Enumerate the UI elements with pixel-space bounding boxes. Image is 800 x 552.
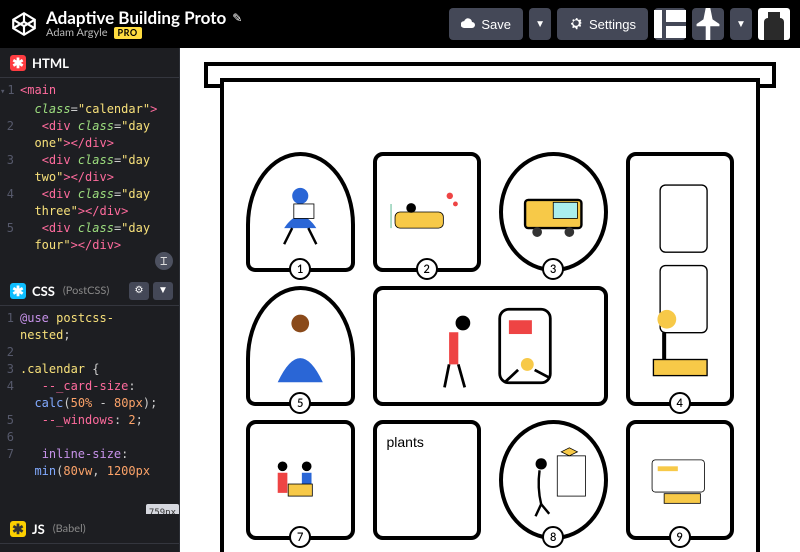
html-panel-label: HTML bbox=[32, 55, 69, 71]
calendar-cell-4: 4 bbox=[626, 152, 735, 406]
js-badge-icon: ✱ bbox=[10, 521, 26, 537]
author-name[interactable]: Adam Argyle bbox=[46, 27, 108, 39]
title-block: Adaptive Building Proto ✎ Adam Argyle PR… bbox=[46, 9, 242, 40]
save-dropdown[interactable]: ▼ bbox=[529, 8, 551, 40]
toolbar: Save ▼ Settings ▼ bbox=[449, 8, 790, 40]
building: 12345789plants bbox=[220, 78, 760, 552]
gear-icon bbox=[569, 16, 583, 33]
html-badge-icon: ✱ bbox=[10, 55, 26, 71]
pen-title[interactable]: Adaptive Building Proto bbox=[46, 9, 226, 28]
plants-cell: plants bbox=[373, 420, 482, 540]
edit-title-icon[interactable]: ✎ bbox=[232, 11, 242, 24]
calendar-cell-7: 7 bbox=[246, 420, 355, 540]
css-settings-icon[interactable]: ⚙ bbox=[129, 282, 149, 300]
css-code[interactable]: 1@use postcss-nested;2 3.calendar {4 --_… bbox=[0, 306, 179, 514]
cell-number: 9 bbox=[669, 526, 691, 548]
save-label: Save bbox=[481, 17, 511, 32]
layout-button[interactable] bbox=[654, 8, 686, 40]
css-dropdown-icon[interactable]: ▼ bbox=[153, 282, 173, 300]
css-panel-label: CSS bbox=[32, 283, 55, 299]
calendar-cell-8: 8 bbox=[499, 420, 608, 540]
preview-pane[interactable]: 12345789plants bbox=[180, 48, 800, 552]
cell-number: 1 bbox=[289, 258, 311, 280]
cloud-icon bbox=[461, 17, 475, 32]
resize-badge: 759px bbox=[146, 504, 179, 514]
js-panel-label: JS bbox=[32, 521, 45, 537]
settings-label: Settings bbox=[589, 17, 636, 32]
css-badge-icon: ✱ bbox=[10, 283, 26, 299]
user-avatar[interactable] bbox=[758, 8, 790, 40]
js-panel-sublabel: (Babel) bbox=[53, 522, 86, 535]
cell-number: 5 bbox=[289, 392, 311, 414]
cell-number: 3 bbox=[542, 258, 564, 280]
codepen-logo[interactable] bbox=[10, 10, 38, 38]
calendar-cell-3: 3 bbox=[499, 152, 608, 272]
text-cursor-icon: Ꮖ bbox=[155, 252, 173, 270]
app-header: Adaptive Building Proto ✎ Adam Argyle PR… bbox=[0, 0, 800, 48]
calendar-cell-6 bbox=[373, 286, 608, 406]
css-panel-sublabel: (PostCSS) bbox=[63, 284, 109, 297]
save-button[interactable]: Save bbox=[449, 8, 523, 40]
css-panel-header[interactable]: ✱ CSS (PostCSS) ⚙ ▼ bbox=[0, 276, 179, 306]
cell-number: 8 bbox=[542, 526, 564, 548]
more-dropdown[interactable]: ▼ bbox=[730, 8, 752, 40]
calendar-cell-2: 2 bbox=[373, 152, 482, 272]
cell-number: 4 bbox=[669, 392, 691, 414]
calendar-cell-9: 9 bbox=[626, 420, 735, 540]
js-panel-header[interactable]: ✱ JS (Babel) bbox=[0, 514, 179, 544]
html-panel-header[interactable]: ✱ HTML bbox=[0, 48, 179, 78]
editor-column: ✱ HTML ▾1<main class="calendar">2 <div c… bbox=[0, 48, 180, 552]
calendar-cell-1: 1 bbox=[246, 152, 355, 272]
pro-badge: PRO bbox=[114, 27, 142, 39]
cell-number: 2 bbox=[416, 258, 438, 280]
plants-label: plants bbox=[387, 434, 424, 450]
settings-button[interactable]: Settings bbox=[557, 8, 648, 40]
pin-button[interactable] bbox=[692, 8, 724, 40]
cell-number: 7 bbox=[289, 526, 311, 548]
calendar-cell-5: 5 bbox=[246, 286, 355, 406]
html-code[interactable]: ▾1<main class="calendar">2 <div class="d… bbox=[0, 78, 179, 276]
